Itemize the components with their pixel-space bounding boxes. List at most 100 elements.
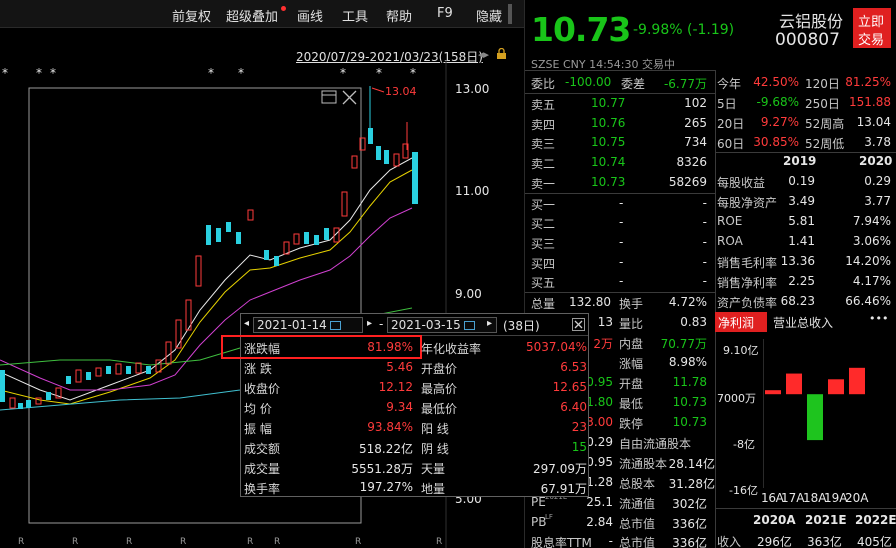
range-stats-popup[interactable]: ◂ 2021-01-14 ▸ - ◂ 2021-03-15 ▸ (38日) 涨跌… — [221, 313, 589, 497]
trade-now-button[interactable]: 立即 交易 — [853, 8, 891, 48]
menu-forward-adjust[interactable]: 前复权 — [172, 6, 211, 25]
menu-tools[interactable]: 工具 — [342, 6, 368, 25]
stat-value: 9.34 — [386, 400, 413, 414]
net-profit-bar-chart[interactable] — [763, 338, 895, 490]
buy2-price: - — [619, 215, 624, 229]
profit-bar-20A[interactable] — [849, 367, 865, 395]
r-mark: R — [126, 537, 133, 547]
total-shares-label: 总股本 — [619, 477, 656, 491]
fin-value-a: 68.23 — [780, 294, 815, 308]
buy3-label: 买三 — [531, 237, 556, 251]
r-mark: R — [247, 537, 254, 547]
sell5-label: 卖五 — [531, 98, 556, 112]
notification-dot-icon — [281, 6, 286, 11]
date-separator: - — [379, 317, 384, 331]
buy5-label: 买五 — [531, 276, 556, 290]
float-shares-value: 28.14亿 — [668, 457, 715, 471]
stat-r8-a: 0.29 — [586, 435, 613, 449]
buy5-vol: - — [702, 274, 707, 288]
event-star[interactable]: * — [410, 66, 416, 80]
perf-value-5d: -9.68% — [756, 95, 799, 109]
stat-value: 6.53 — [560, 360, 587, 374]
weicha-label: 委差 — [621, 77, 646, 91]
fin-label: 每股净资产 — [717, 196, 778, 210]
fin-value-a: 1.41 — [788, 234, 815, 248]
menu-help[interactable]: 帮助 — [386, 6, 412, 25]
maximize-icon[interactable] — [321, 90, 337, 104]
r-mark: R — [180, 537, 187, 547]
start-date-field[interactable]: 2021-01-14 — [253, 317, 363, 333]
calendar-icon[interactable] — [463, 321, 475, 330]
footer-revenue-2021: 363亿 — [807, 535, 842, 548]
toolbar-scroll-handle[interactable] — [508, 4, 512, 24]
stat-value: 12.12 — [378, 380, 413, 394]
open-label: 开盘 — [619, 377, 644, 391]
buy1-vol: - — [702, 196, 707, 210]
total-vol-value: 132.80 — [569, 295, 611, 309]
stat-value: 6.40 — [560, 400, 587, 414]
stat-label: 收盘价 — [244, 382, 281, 396]
end-next-icon[interactable]: ▸ — [487, 318, 492, 329]
date-prev-icon[interactable]: ◂ — [244, 318, 249, 329]
buy4-label: 买四 — [531, 257, 556, 271]
stat-r3-a: 2万 — [593, 337, 613, 351]
menu-hide[interactable]: 隐藏 — [476, 6, 502, 25]
close-popup-button[interactable] — [572, 318, 585, 331]
stat-r2-a: 13 — [597, 315, 613, 329]
high-price-marker: 13.04 — [385, 85, 417, 98]
event-star[interactable]: * — [2, 66, 8, 80]
amplitude-label: 涨幅 — [619, 357, 644, 371]
close-selection-icon[interactable] — [342, 90, 357, 105]
end-date-field[interactable]: 2021-03-15 — [387, 317, 497, 333]
stock-name: 云铝股份 — [779, 12, 844, 31]
perf-value-20d: 9.27% — [760, 115, 799, 129]
sell4-label: 卖四 — [531, 118, 556, 132]
y-tick: -8亿 — [733, 438, 755, 451]
stat-value: 5.46 — [386, 360, 413, 374]
event-star[interactable]: * — [208, 66, 214, 80]
fin-value-a: 5.81 — [788, 214, 815, 228]
total-cap-value: 336亿 — [672, 517, 707, 531]
sell2-price: 10.74 — [591, 155, 626, 169]
x-label-17a: 17A — [781, 491, 805, 505]
calendar-icon[interactable] — [329, 321, 341, 330]
tab-net-profit[interactable]: 净利润 — [715, 312, 767, 332]
close-icon — [574, 320, 583, 329]
tab-total-revenue[interactable]: 营业总收入 — [769, 312, 849, 332]
y-tick: 9.10亿 — [723, 344, 759, 357]
price-tick-1300: 13.00 — [455, 82, 490, 96]
fin-value-b: 66.46% — [845, 294, 891, 308]
pe-label: PE — [531, 495, 546, 509]
open-value: 11.78 — [672, 375, 707, 389]
event-star[interactable]: * — [238, 66, 244, 80]
sell2-label: 卖二 — [531, 157, 556, 171]
more-icon[interactable]: ••• — [869, 312, 888, 325]
menu-super-overlay[interactable]: 超级叠加 — [226, 6, 278, 25]
stat-value: 23 — [571, 420, 587, 434]
perf-value-52wl: 3.78 — [864, 135, 891, 149]
fin-label: 每股收益 — [717, 176, 766, 190]
buy2-label: 买二 — [531, 217, 556, 231]
fin-value-b: 3.06% — [852, 234, 891, 248]
stat-label: 振 幅 — [244, 422, 272, 436]
buy3-vol: - — [702, 235, 707, 249]
event-star[interactable]: * — [376, 66, 382, 80]
profit-bar-16A[interactable] — [765, 390, 781, 395]
stat-label: 地量 — [421, 482, 446, 496]
menu-draw-line[interactable]: 画线 — [297, 6, 323, 25]
chart-toolbar: 前复权 超级叠加 画线 工具 帮助 F9 隐藏 — [0, 0, 524, 28]
profit-bar-17A[interactable] — [786, 373, 802, 395]
menu-f9[interactable]: F9 — [437, 6, 453, 21]
weibi-value: -100.00 — [565, 75, 612, 89]
event-star[interactable]: * — [340, 66, 346, 80]
date-next-icon[interactable]: ▸ — [367, 318, 372, 329]
event-star[interactable]: * — [36, 66, 42, 80]
buy3-price: - — [619, 235, 624, 249]
lock-icon[interactable] — [496, 48, 507, 59]
start-date-value: 2021-01-14 — [257, 318, 327, 332]
weibi-label: 委比 — [531, 77, 556, 91]
event-star[interactable]: * — [50, 66, 56, 80]
turnover-value: 4.72% — [668, 295, 707, 309]
profit-bar-18A[interactable] — [807, 394, 823, 441]
profit-bar-19A[interactable] — [828, 379, 844, 395]
